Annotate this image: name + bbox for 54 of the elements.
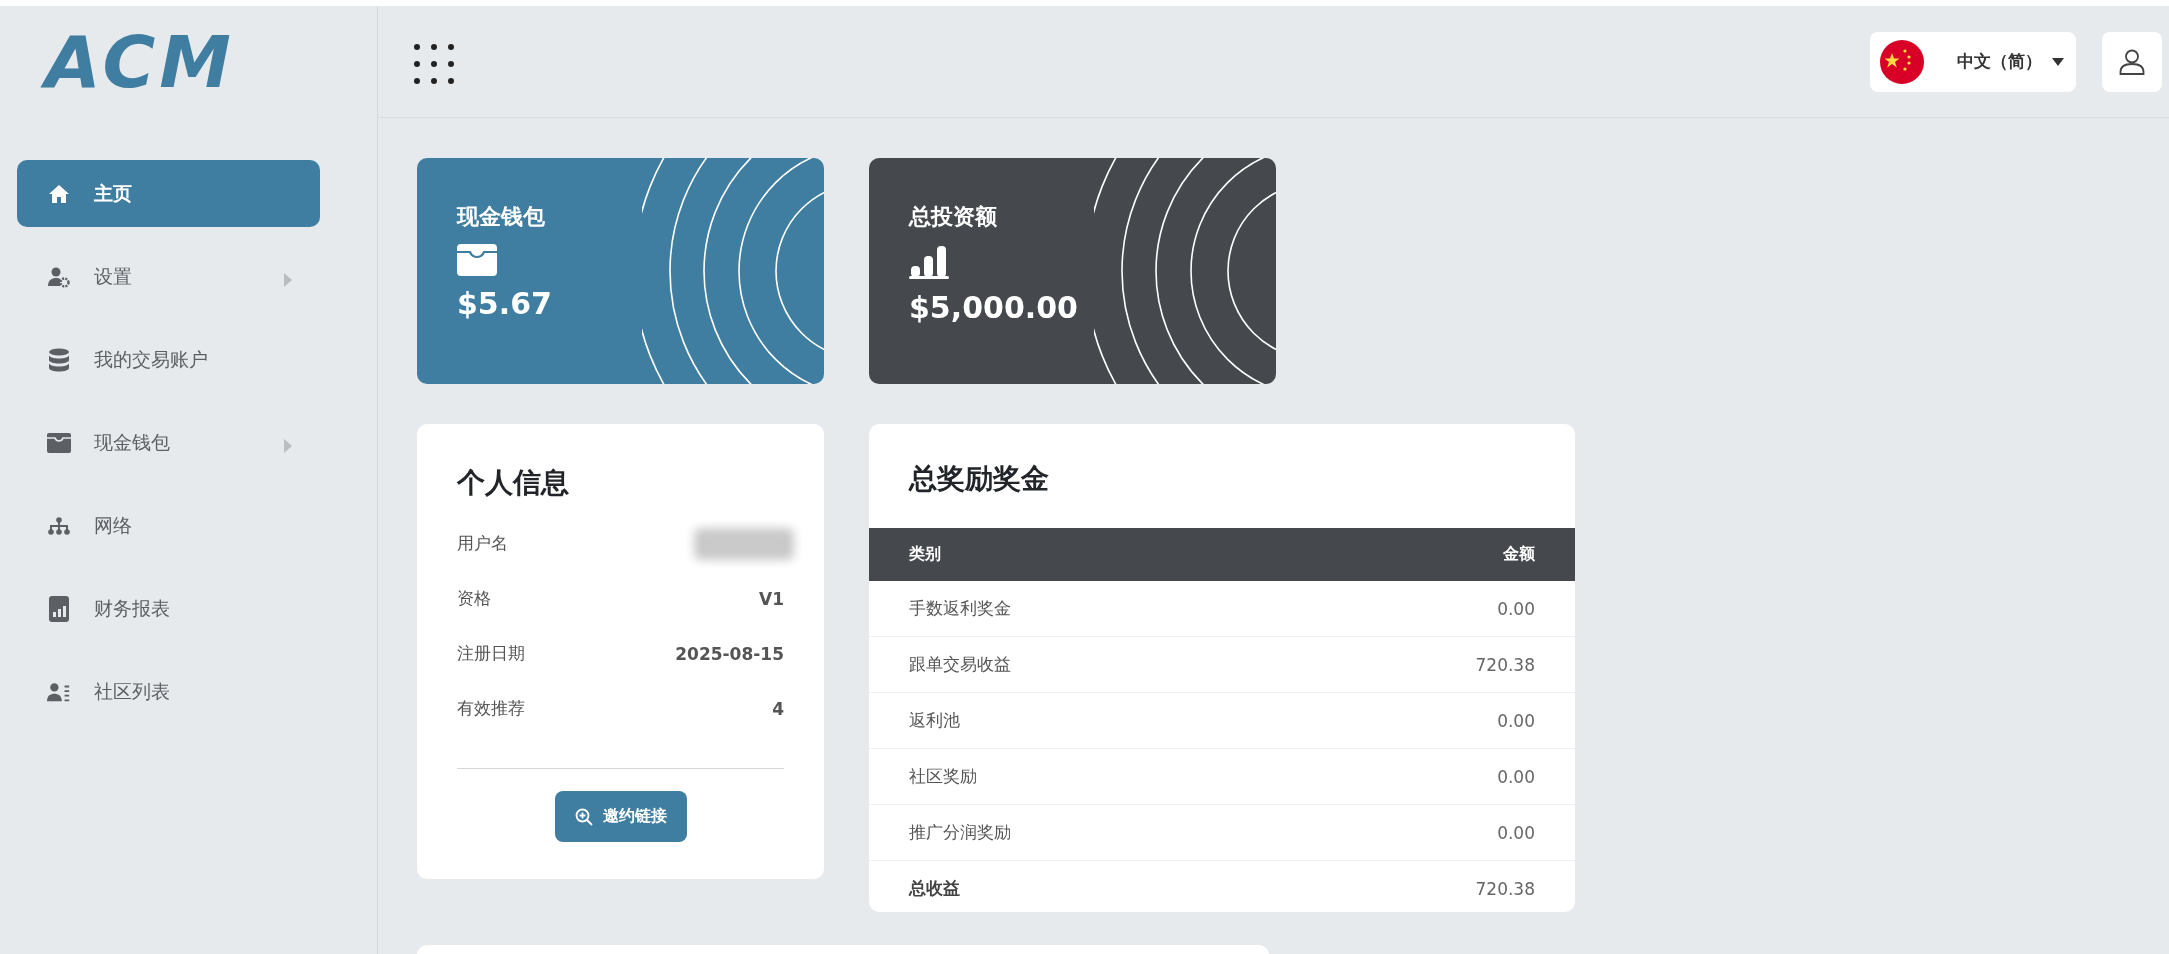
table-cell: 0.00	[1497, 766, 1535, 787]
chevron-right-icon	[284, 273, 292, 287]
field-label: 注册日期	[457, 642, 525, 665]
language-dropdown[interactable]: 中文（简）	[1870, 31, 2076, 92]
user-icon	[2119, 48, 2145, 75]
contact-list-icon	[47, 681, 71, 702]
table-cell: 社区奖励	[909, 765, 977, 788]
chevron-right-icon	[284, 439, 292, 453]
field-label: 有效推荐	[457, 697, 525, 720]
apps-grid-icon[interactable]	[414, 43, 454, 84]
table-cell: 720.38	[1475, 878, 1535, 899]
chart-icon	[49, 595, 69, 622]
zoom-in-icon	[574, 807, 593, 826]
nav-item[interactable]: 我的交易账户	[17, 326, 320, 393]
bar-chart-icon	[909, 244, 949, 280]
nav-item[interactable]: 社区列表	[17, 658, 320, 725]
nav-item[interactable]: 现金钱包	[17, 409, 320, 476]
nav-item[interactable]: 主页	[17, 160, 320, 227]
user-gear-icon	[48, 265, 70, 288]
field-value: V1	[759, 588, 784, 609]
field-label: 资格	[457, 587, 491, 610]
card-title: 现金钱包	[457, 203, 545, 231]
wallet-icon	[47, 432, 71, 453]
user-button[interactable]	[2102, 31, 2162, 92]
field-value: 2025-08-15	[675, 643, 784, 664]
card-title: 个人信息	[457, 465, 570, 501]
card-amount: $5,000.00	[909, 290, 1078, 325]
database-icon	[48, 347, 70, 372]
table-cell: 推广分润奖励	[909, 821, 1011, 844]
invite-link-button[interactable]: 邀约链接	[554, 791, 687, 842]
field-label: 用户名	[457, 532, 508, 555]
logo[interactable]: ACM	[41, 18, 249, 106]
nav-item[interactable]: 财务报表	[17, 575, 320, 642]
flag-icon	[1880, 39, 1924, 84]
table-cell: 手数返利奖金	[909, 597, 1011, 620]
wallet-icon	[457, 244, 497, 276]
card-title: 总投资额	[909, 203, 997, 231]
network-icon	[47, 516, 71, 535]
table-cell: 跟单交易收益	[909, 653, 1011, 676]
table-cell: 0.00	[1497, 598, 1535, 619]
nav-item[interactable]: 网络	[17, 492, 320, 559]
card-amount: $5.67	[457, 286, 552, 321]
table-cell: 720.38	[1475, 654, 1535, 675]
nav-item[interactable]: 设置	[17, 243, 320, 310]
caret-down-icon	[2052, 57, 2064, 66]
column-header: 类别	[909, 544, 941, 565]
table-cell: 0.00	[1497, 822, 1535, 843]
table-cell: 返利池	[909, 709, 960, 732]
table-cell: 总收益	[909, 877, 960, 900]
home-icon	[48, 182, 70, 205]
column-header: 金额	[1503, 544, 1535, 565]
card-title: 总奖励奖金	[909, 461, 1049, 497]
table-cell: 0.00	[1497, 710, 1535, 731]
field-value: 4	[772, 698, 784, 719]
